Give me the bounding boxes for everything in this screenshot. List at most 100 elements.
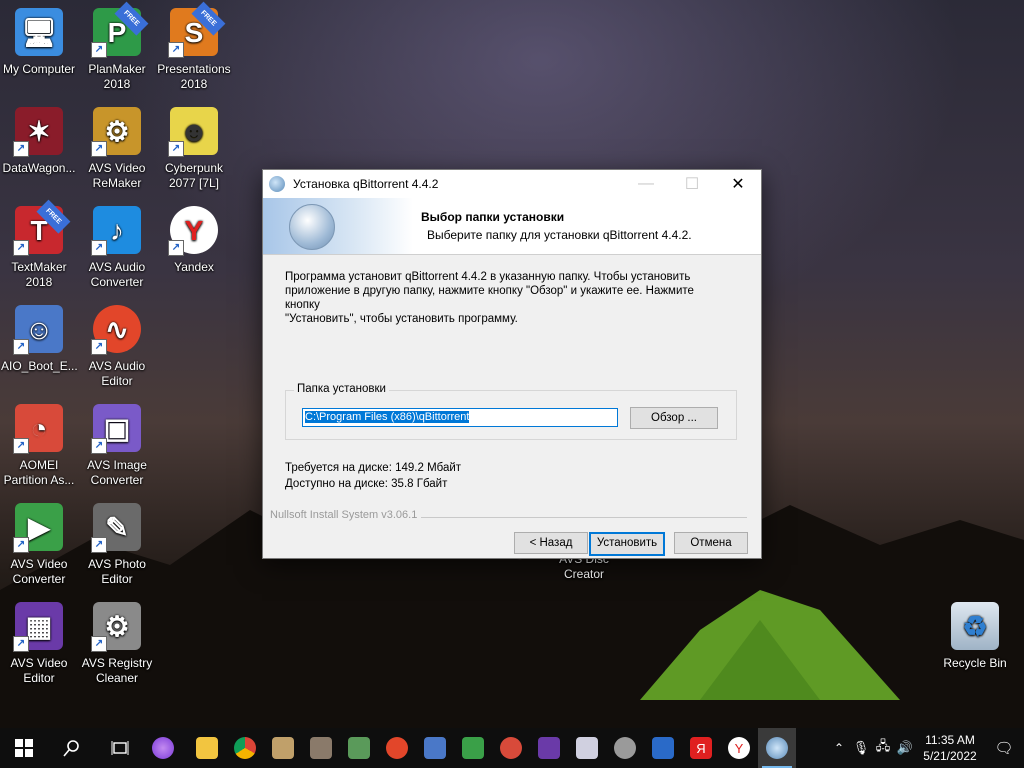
install-path-value: C:\Program Files (x86)\qBittorrent xyxy=(305,411,470,423)
explorer-button[interactable] xyxy=(188,728,226,768)
desktop-icon-cyberpunk[interactable]: ☻ ↗ Cyberpunk 2077 [7L] xyxy=(156,107,232,191)
desktop-icon-avs-video-converter[interactable]: ▶ ↗ AVS Video Converter xyxy=(1,503,77,587)
chrome-icon xyxy=(234,737,256,759)
windows-icon xyxy=(15,739,33,757)
icon-label: Cyberpunk 2077 [7L] xyxy=(164,161,224,190)
space-required: Требуется на диске: 149.2 Мбайт xyxy=(285,462,462,474)
icon-label: AOMEI Partition As... xyxy=(3,458,75,487)
header-panel: Выбор папки установки Выберите папку для… xyxy=(263,198,761,255)
close-button[interactable]: ✕ xyxy=(715,170,761,198)
avs-audio-editor-icon: ∿ ↗ xyxy=(91,305,141,355)
taskbar-app-4[interactable] xyxy=(378,728,416,768)
back-button[interactable]: < Назад xyxy=(514,532,588,554)
cyberpunk-icon: ☻ ↗ xyxy=(168,107,218,157)
aomei-icon: ◔ ↗ xyxy=(13,404,63,454)
icon-label: AVS Registry Cleaner xyxy=(81,656,153,685)
time: 11:35 AM xyxy=(925,733,975,747)
audio-editor-icon xyxy=(386,737,408,759)
chrome-button[interactable] xyxy=(226,728,264,768)
app-icon xyxy=(500,737,522,759)
cancel-button[interactable]: Отмена xyxy=(674,532,748,554)
qbittorrent-icon xyxy=(269,176,285,192)
app-icon xyxy=(576,737,598,759)
desktop-icon-avs-image-converter[interactable]: ▣ ↗ AVS Image Converter xyxy=(79,404,155,488)
installer-logo-icon xyxy=(289,204,335,250)
taskbar-app-11[interactable] xyxy=(644,728,682,768)
desktop-icon-aio-boot[interactable]: ☺ ↗ AIO_Boot_E... xyxy=(1,305,78,374)
clock[interactable]: 11:35 AM 5/21/2022 xyxy=(916,732,984,764)
microphone-icon[interactable]: 🎙 xyxy=(850,728,872,768)
browse-button[interactable]: Обзор ... xyxy=(630,407,718,429)
icon-label: AVS Video ReMaker xyxy=(88,161,146,190)
icon-label: My Computer xyxy=(2,62,76,76)
app-icon xyxy=(424,737,446,759)
avs-registry-cleaner-icon: ⚙ ↗ xyxy=(91,602,141,652)
system-tray: ⌃ 🎙 🖧 🔊 11:35 AM 5/21/2022 🗨 xyxy=(828,728,1024,768)
divider xyxy=(421,517,747,518)
icon-label: AVS Audio Editor xyxy=(88,359,146,388)
desktop-icon-my-computer[interactable]: 🖥 My Computer xyxy=(1,8,77,77)
planmaker-icon: P FREE ↗ xyxy=(91,1,149,58)
search-button[interactable] xyxy=(48,728,96,768)
title-bar[interactable]: Установка qBittorrent 4.4.2 — ☐ ✕ xyxy=(263,170,761,198)
start-button[interactable] xyxy=(0,728,48,768)
task-view-icon xyxy=(111,741,129,755)
desktop-icon-presentations[interactable]: S FREE ↗ Presentations 2018 xyxy=(156,1,232,92)
app-icon xyxy=(538,737,560,759)
qbittorrent-setup-button[interactable] xyxy=(758,728,796,768)
space-available: Доступно на диске: 35.8 Гбайт xyxy=(285,478,448,490)
date: 5/21/2022 xyxy=(923,749,977,763)
taskbar-app-10[interactable] xyxy=(606,728,644,768)
avs-video-editor-icon: ▦ ↗ xyxy=(13,602,63,652)
desktop-icon-avs-video-remaker[interactable]: ⚙ ↗ AVS Video ReMaker xyxy=(79,107,155,191)
installer-dialog: Установка qBittorrent 4.4.2 — ☐ ✕ Выбор … xyxy=(262,169,762,559)
taskbar-app-9[interactable] xyxy=(568,728,606,768)
network-icon[interactable]: 🖧 xyxy=(872,728,894,768)
desktop-icon-recycle-bin[interactable]: ♻ Recycle Bin xyxy=(937,602,1013,671)
volume-icon[interactable]: 🔊 xyxy=(894,728,916,768)
notifications-icon[interactable]: 🗨 xyxy=(984,728,1024,768)
yandex-browser-button[interactable]: Y xyxy=(720,728,758,768)
avs-photo-editor-icon: ✎ ↗ xyxy=(91,503,141,553)
taskbar-app-5[interactable] xyxy=(416,728,454,768)
taskbar-app-2[interactable] xyxy=(302,728,340,768)
show-hidden-icons[interactable]: ⌃ xyxy=(828,728,850,768)
desktop-icon-aomei[interactable]: ◔ ↗ AOMEI Partition As... xyxy=(1,404,77,488)
desktop-icon-yandex[interactable]: Y ↗ Yandex xyxy=(156,206,232,275)
icon-label: AVS Image Converter xyxy=(87,458,147,487)
yandex-taskbar-button[interactable]: Я xyxy=(682,728,720,768)
desktop-icon-avs-registry-cleaner[interactable]: ⚙ ↗ AVS Registry Cleaner xyxy=(79,602,155,686)
taskbar-app-1[interactable] xyxy=(264,728,302,768)
desktop-icon-datawagon[interactable]: ✶ ↗ DataWagon... xyxy=(1,107,77,176)
icon-label: AVS Video Converter xyxy=(10,557,68,586)
task-view-button[interactable] xyxy=(96,728,144,768)
header-banner xyxy=(263,198,413,254)
desktop-icon-planmaker[interactable]: P FREE ↗ PlanMaker 2018 xyxy=(79,1,155,92)
avs-image-converter-icon: ▣ ↗ xyxy=(91,404,141,454)
app-icon xyxy=(462,737,484,759)
app-icon xyxy=(348,737,370,759)
taskbar-app-8[interactable] xyxy=(530,728,568,768)
install-button[interactable]: Установить xyxy=(589,532,665,556)
taskbar-app-3[interactable] xyxy=(340,728,378,768)
alice-button[interactable] xyxy=(144,728,182,768)
icon-label: AVS Video Editor xyxy=(10,656,68,685)
desktop-icon-avs-video-editor[interactable]: ▦ ↗ AVS Video Editor xyxy=(1,602,77,686)
my-computer-icon: 🖥 xyxy=(15,8,63,56)
desktop-icon-avs-photo-editor[interactable]: ✎ ↗ AVS Photo Editor xyxy=(79,503,155,587)
avs-video-remaker-icon: ⚙ ↗ xyxy=(91,107,141,157)
search-icon xyxy=(63,740,79,757)
desktop-icon-avs-audio-converter[interactable]: ♪ ↗ AVS Audio Converter xyxy=(79,206,155,290)
install-path-input[interactable]: C:\Program Files (x86)\qBittorrent xyxy=(302,408,618,427)
minimize-button: — xyxy=(638,175,654,192)
yandex-icon: Y ↗ xyxy=(168,206,218,256)
desktop-icon-avs-audio-editor[interactable]: ∿ ↗ AVS Audio Editor xyxy=(79,305,155,389)
installer-icon xyxy=(766,737,788,759)
folder-icon xyxy=(196,737,218,759)
taskbar-app-7[interactable] xyxy=(492,728,530,768)
branding-text: Nullsoft Install System v3.06.1 xyxy=(270,509,418,521)
taskbar-app-6[interactable] xyxy=(454,728,492,768)
desktop-icon-textmaker[interactable]: T FREE ↗ TextMaker 2018 xyxy=(1,199,77,290)
icon-label: Presentations 2018 xyxy=(157,62,231,91)
alice-icon xyxy=(152,737,174,759)
